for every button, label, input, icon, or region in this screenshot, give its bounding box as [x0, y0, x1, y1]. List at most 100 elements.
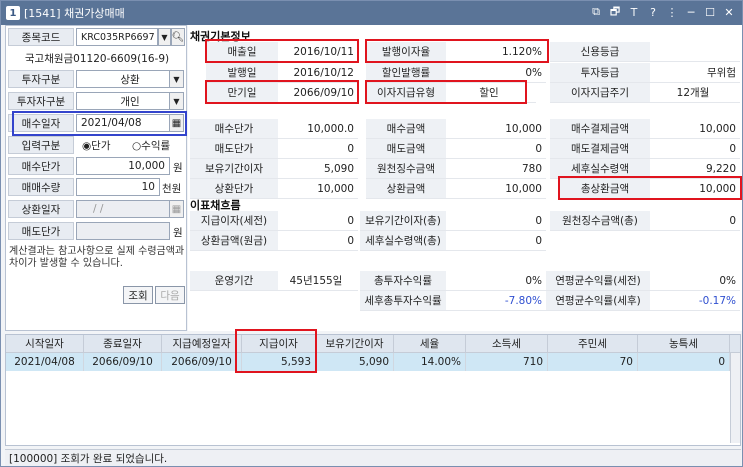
app-icon: 1: [6, 6, 20, 20]
next-button[interactable]: 다음: [155, 286, 185, 304]
highlight-issue-date: [205, 39, 359, 63]
redeem-date-label: 상환일자: [8, 200, 74, 218]
schedule-table: 시작일자 종료일자 지급예정일자 지급이자 보유기간이자 세율 소득세 주민세 …: [5, 329, 741, 446]
grade-value: 무위험: [650, 63, 740, 83]
input-panel: 종목코드 KRC035RP6697 ▼ 🔍︎ 국고채원금01120-6609(1…: [5, 25, 187, 331]
chevron-down-icon[interactable]: ▼: [169, 93, 183, 109]
after-annual-yield-label: 연평균수익률(세후): [546, 291, 650, 311]
table-row-cell[interactable]: 2021/04/08: [6, 353, 84, 371]
col-income-tax[interactable]: 소득세: [466, 335, 548, 353]
chevron-down-icon[interactable]: ▼: [158, 28, 171, 46]
cf-holding-value: 0: [446, 211, 546, 231]
calendar-icon[interactable]: ▦: [169, 201, 183, 217]
credit-label: 신용등급: [550, 42, 650, 62]
col-end-date[interactable]: 종료일자: [84, 335, 162, 353]
help-icon[interactable]: ?: [646, 5, 660, 19]
col-resident-tax[interactable]: 주민세: [548, 335, 638, 353]
amt-sell-settle-label: 매도결제금액: [550, 139, 650, 159]
highlight-pay-type: [365, 80, 527, 104]
amt-withholding-label: 원천징수금액: [366, 159, 446, 179]
amt-buy-settle-label: 매수결제금액: [550, 119, 650, 139]
amt-sell-amount-label: 매도금액: [366, 139, 446, 159]
table-row-cell[interactable]: 5,090: [316, 353, 394, 371]
highlight-coupon: [365, 39, 549, 63]
col-pay-date[interactable]: 지급예정일자: [162, 335, 242, 353]
close-icon[interactable]: ✕: [722, 5, 736, 19]
col-holding-interest[interactable]: 보유기간이자: [316, 335, 394, 353]
amt-redeem-price-value: 10,000: [278, 179, 358, 199]
invest-type-label: 투자구분: [8, 70, 74, 88]
amt-sell-settle-value: 0: [650, 139, 740, 159]
query-button[interactable]: 조회: [123, 286, 153, 304]
annual-yield-label: 연평균수익률(세전): [546, 271, 650, 291]
cf-interest-label: 지급이자(세전): [190, 211, 278, 231]
redeem-date-value: / /: [93, 203, 104, 215]
chevron-down-icon[interactable]: ▼: [169, 71, 183, 87]
investor-type-label: 투자자구분: [8, 92, 74, 110]
after-total-yield-label: 세후총투자수익률: [360, 291, 446, 311]
minimize-icon[interactable]: ─: [684, 5, 698, 19]
amt-holding-interest-value: 5,090: [278, 159, 358, 179]
amt-buy-settle-value: 10,000: [650, 119, 740, 139]
after-annual-yield-value: -0.17%: [650, 291, 740, 311]
input-type-label: 입력구분: [8, 136, 74, 154]
radio-unit-price[interactable]: ◉단가: [82, 138, 110, 153]
menu-icon[interactable]: ⋮: [665, 5, 679, 19]
title-bar: 1 [1541] 채권가상매매 ⧉ 🗗 Ｔ ? ⋮ ─ ☐ ✕: [1, 1, 742, 25]
annual-yield-value: 0%: [650, 271, 740, 291]
table-row-cell[interactable]: 70: [548, 353, 638, 371]
col-filler: [730, 335, 740, 353]
col-tax-rate[interactable]: 세율: [394, 335, 466, 353]
redeem-date-input[interactable]: / / ▦: [76, 200, 184, 218]
investor-type-value: 개인: [120, 95, 140, 108]
pay-cycle-label: 이자지급주기: [550, 83, 650, 103]
table-row-cell[interactable]: 0: [638, 353, 730, 371]
total-yield-value: 0%: [446, 271, 546, 291]
total-yield-label: 총투자수익률: [360, 271, 446, 291]
scrollbar[interactable]: [730, 353, 740, 443]
text-icon[interactable]: Ｔ: [627, 5, 641, 19]
table-row-cell[interactable]: 2066/09/10: [84, 353, 162, 371]
cf-principal-value: 0: [278, 231, 358, 251]
col-start-date[interactable]: 시작일자: [6, 335, 84, 353]
window-title: [1541] 채권가상매매: [24, 7, 125, 20]
sell-price-input[interactable]: [76, 222, 170, 240]
pay-cycle-value: 12개월: [650, 83, 740, 103]
amt-sell-price-value: 0: [278, 139, 358, 159]
main-window: 1 [1541] 채권가상매매 ⧉ 🗗 Ｔ ? ⋮ ─ ☐ ✕ 종목코드 KRC…: [0, 0, 743, 467]
maximize-icon[interactable]: ☐: [703, 5, 717, 19]
amt-buy-price-label: 매수단가: [190, 119, 278, 139]
qty-unit: 천원: [162, 183, 182, 195]
table-row-cell[interactable]: 2066/09/10: [162, 353, 242, 371]
link-icon[interactable]: ⧉: [589, 5, 603, 19]
col-rural-tax[interactable]: 농특세: [638, 335, 730, 353]
qty-label: 매매수량: [8, 178, 74, 196]
window-icon[interactable]: 🗗: [608, 5, 622, 19]
amt-withholding-value: 780: [446, 159, 546, 179]
qty-input[interactable]: 10: [76, 178, 160, 196]
period-value: 45년155일: [278, 271, 358, 291]
cf-after-tax-label: 세후실수령액(총): [360, 231, 446, 251]
table-row-cell[interactable]: 14.00%: [394, 353, 466, 371]
stock-code-label: 종목코드: [8, 28, 74, 46]
investor-type-select[interactable]: 개인 ▼: [76, 92, 184, 110]
invest-type-select[interactable]: 상환 ▼: [76, 70, 184, 88]
cf-interest-value: 0: [278, 211, 358, 231]
grade-label: 투자등급: [550, 63, 650, 83]
search-icon[interactable]: 🔍︎: [171, 28, 185, 46]
cf-withholding-value: 0: [650, 211, 740, 231]
table-row-cell[interactable]: 710: [466, 353, 548, 371]
highlight-total-redeem: [558, 176, 742, 200]
amt-buy-amount-value: 10,000: [446, 119, 546, 139]
buy-price-unit: 원: [173, 162, 183, 174]
radio-yield[interactable]: ○수익률: [132, 138, 170, 153]
highlight-interest-col: [235, 329, 317, 373]
bond-name: 국고채원금01120-6609(16-9): [24, 52, 170, 65]
highlight-maturity: [205, 80, 359, 104]
buy-price-input[interactable]: 10,000: [76, 157, 170, 175]
sell-price-unit: 원: [173, 227, 183, 239]
result-panel: 채권기본정보 매출일 2016/10/11 발행이자율 1.120% 신용등급 …: [188, 25, 742, 331]
stock-code-input[interactable]: KRC035RP6697: [76, 28, 158, 46]
highlight-buy-date: [12, 111, 187, 136]
amt-holding-interest-label: 보유기간이자: [190, 159, 278, 179]
